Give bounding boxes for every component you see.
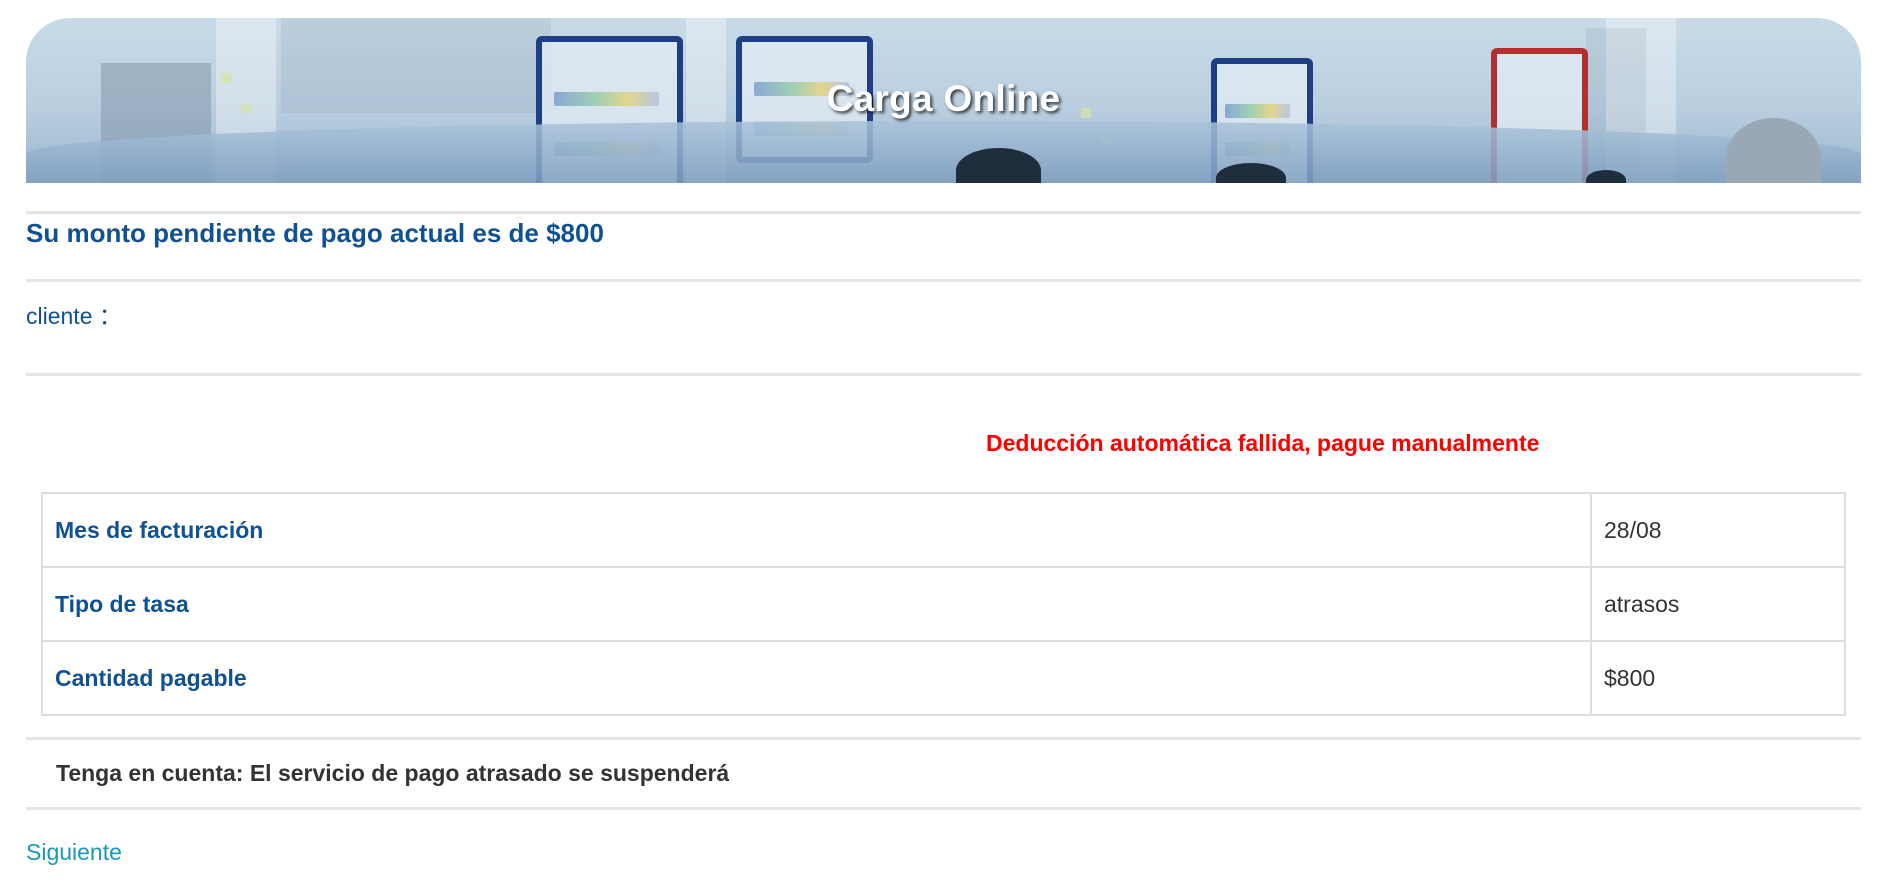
table-row: Cantidad pagable $800 (41, 640, 1846, 716)
divider (26, 211, 1861, 214)
next-link[interactable]: Siguiente (26, 839, 122, 866)
billing-month-label: Mes de facturación (41, 492, 1592, 568)
divider (26, 279, 1861, 282)
suspension-notice: Tenga en cuenta: El servicio de pago atr… (56, 760, 730, 786)
payable-amount-value: $800 (1590, 640, 1846, 716)
divider (26, 737, 1861, 740)
page-container: Carga Online Su monto pendiente de pago … (26, 18, 1861, 865)
auto-deduction-failed-alert: Deducción automática fallida, pague manu… (986, 430, 1540, 456)
pending-amount-heading: Su monto pendiente de pago actual es de … (26, 218, 604, 248)
billing-month-value: 28/08 (1590, 492, 1846, 568)
billing-section: Deducción automática fallida, pague manu… (26, 376, 1861, 865)
banner-floor (26, 121, 1861, 183)
header-banner: Carga Online (26, 18, 1861, 183)
customer-label: cliente ： (26, 303, 122, 329)
rate-type-label: Tipo de tasa (41, 566, 1592, 642)
divider (26, 807, 1861, 810)
rate-type-value: atrasos (1590, 566, 1846, 642)
banner-person (1586, 170, 1626, 183)
table-row: Mes de facturación 28/08 (41, 492, 1846, 568)
table-row: Tipo de tasa atrasos (41, 566, 1846, 642)
banner-title: Carga Online (826, 78, 1061, 119)
billing-details-table: Mes de facturación 28/08 Tipo de tasa at… (41, 492, 1846, 716)
banner-person (1726, 118, 1821, 183)
payable-amount-label: Cantidad pagable (41, 640, 1592, 716)
